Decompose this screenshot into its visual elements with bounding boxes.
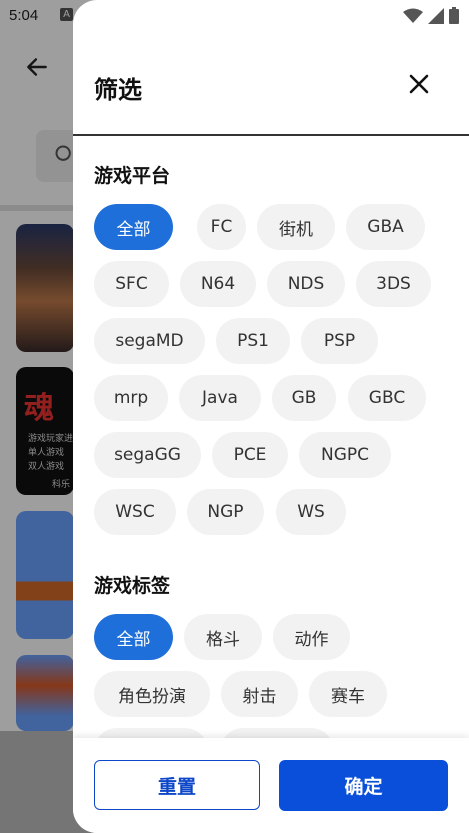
signal-icon — [428, 7, 444, 24]
tag-chip[interactable]: 全部 — [94, 614, 173, 660]
platform-chip[interactable]: NGPC — [299, 432, 391, 478]
tag-chip[interactable]: 射击 — [221, 671, 298, 717]
tag-section-title: 游戏标签 — [94, 575, 171, 597]
platform-chip[interactable]: GBC — [348, 375, 426, 421]
close-button[interactable] — [403, 68, 435, 100]
header-divider — [73, 134, 469, 136]
platform-chip[interactable]: N64 — [180, 261, 256, 307]
status-icons — [403, 7, 459, 24]
filter-panel: 筛选 游戏平台 全部 FC 街机 GBA SFC N64 NDS 3DS segaMD PS1 PS… — [73, 0, 469, 833]
confirm-button[interactable]: 确定 — [279, 760, 448, 811]
platform-chip[interactable]: mrp — [94, 375, 168, 421]
platform-chip[interactable]: WSC — [94, 489, 176, 535]
panel-title: 筛选 — [94, 76, 142, 104]
platform-chip[interactable]: PSP — [301, 318, 378, 364]
platform-chip[interactable]: Java — [179, 375, 261, 421]
platform-chip[interactable]: NDS — [267, 261, 345, 307]
wifi-icon — [403, 8, 423, 23]
platform-chip[interactable]: WS — [276, 489, 346, 535]
tag-chip[interactable]: 格斗 — [184, 614, 262, 660]
tag-chip[interactable]: 动作 — [273, 614, 350, 660]
reset-button[interactable]: 重置 — [94, 760, 260, 810]
tag-chip[interactable]: 赛车 — [309, 671, 387, 717]
battery-icon — [449, 7, 459, 24]
platform-chip[interactable]: 街机 — [257, 204, 335, 250]
platform-section-title: 游戏平台 — [94, 165, 171, 187]
platform-chip[interactable]: segaGG — [94, 432, 201, 478]
platform-chip[interactable]: SFC — [94, 261, 169, 307]
platform-chip[interactable]: FC — [197, 204, 246, 250]
platform-chip[interactable]: GBA — [346, 204, 425, 250]
platform-chip[interactable]: segaMD — [94, 318, 205, 364]
platform-chip[interactable]: 3DS — [356, 261, 431, 307]
platform-chip[interactable]: NGP — [187, 489, 264, 535]
platform-chip[interactable]: 全部 — [94, 204, 173, 250]
platform-chip[interactable]: PS1 — [216, 318, 290, 364]
platform-chip[interactable]: GB — [272, 375, 336, 421]
tag-chip[interactable]: 角色扮演 — [94, 671, 210, 717]
filter-footer: 重置 确定 — [73, 738, 469, 833]
close-icon — [409, 74, 429, 94]
platform-chip[interactable]: PCE — [212, 432, 288, 478]
